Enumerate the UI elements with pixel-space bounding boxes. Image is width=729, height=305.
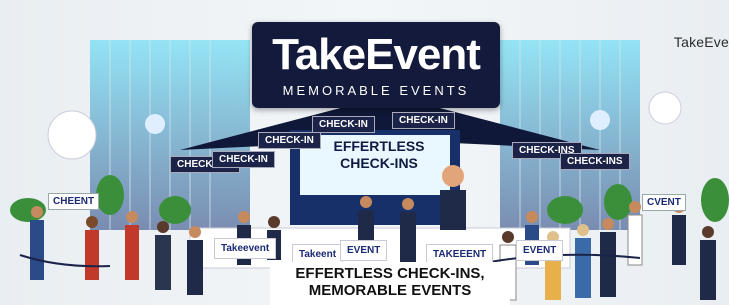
brand-tagline: MEMORABLE EVENTS (282, 82, 470, 98)
canopy-label: CHECK-IN (212, 151, 275, 168)
booth-sign: TakeEvent MEMORABLE EVENTS (252, 22, 500, 108)
counter-label: EVENT (516, 240, 564, 261)
screen-line-2: CHECK-INS (340, 154, 418, 171)
canopy-label: CHECK-IN (312, 116, 375, 133)
canopy-label: CHECK-IN (258, 132, 321, 149)
left-lamp (47, 110, 97, 160)
banner-line-2: MEMORABLE EVENTS (308, 282, 472, 300)
event-booth-scene: TakeEve TakeEvent MEMORABLE EVENTS CHECK… (0, 0, 729, 305)
counter-label: Takeevent (214, 238, 277, 259)
left-sign-stand: CHEENT (48, 193, 100, 210)
banner-line-1: EFFERTLESS CHECK-INS, (295, 265, 485, 282)
counter-label: EVENT (340, 240, 388, 261)
right-sign-stand: CVENT (642, 194, 686, 211)
slogan-banner: EFFERTLESS CHECK-INS, MEMORABLE EVENTS (270, 262, 510, 305)
corner-brand-text: TakeEve (673, 34, 729, 50)
right-lamp (648, 91, 682, 125)
canopy-label: CHECK-INS (560, 153, 630, 170)
screen-line-1: EFFERTLESS (333, 138, 425, 154)
center-screen: EFFERTLESS CHECK-INS (318, 138, 440, 190)
canopy-label: CHECK-IN (392, 112, 455, 129)
brand-logo: TakeEvent (272, 29, 481, 79)
